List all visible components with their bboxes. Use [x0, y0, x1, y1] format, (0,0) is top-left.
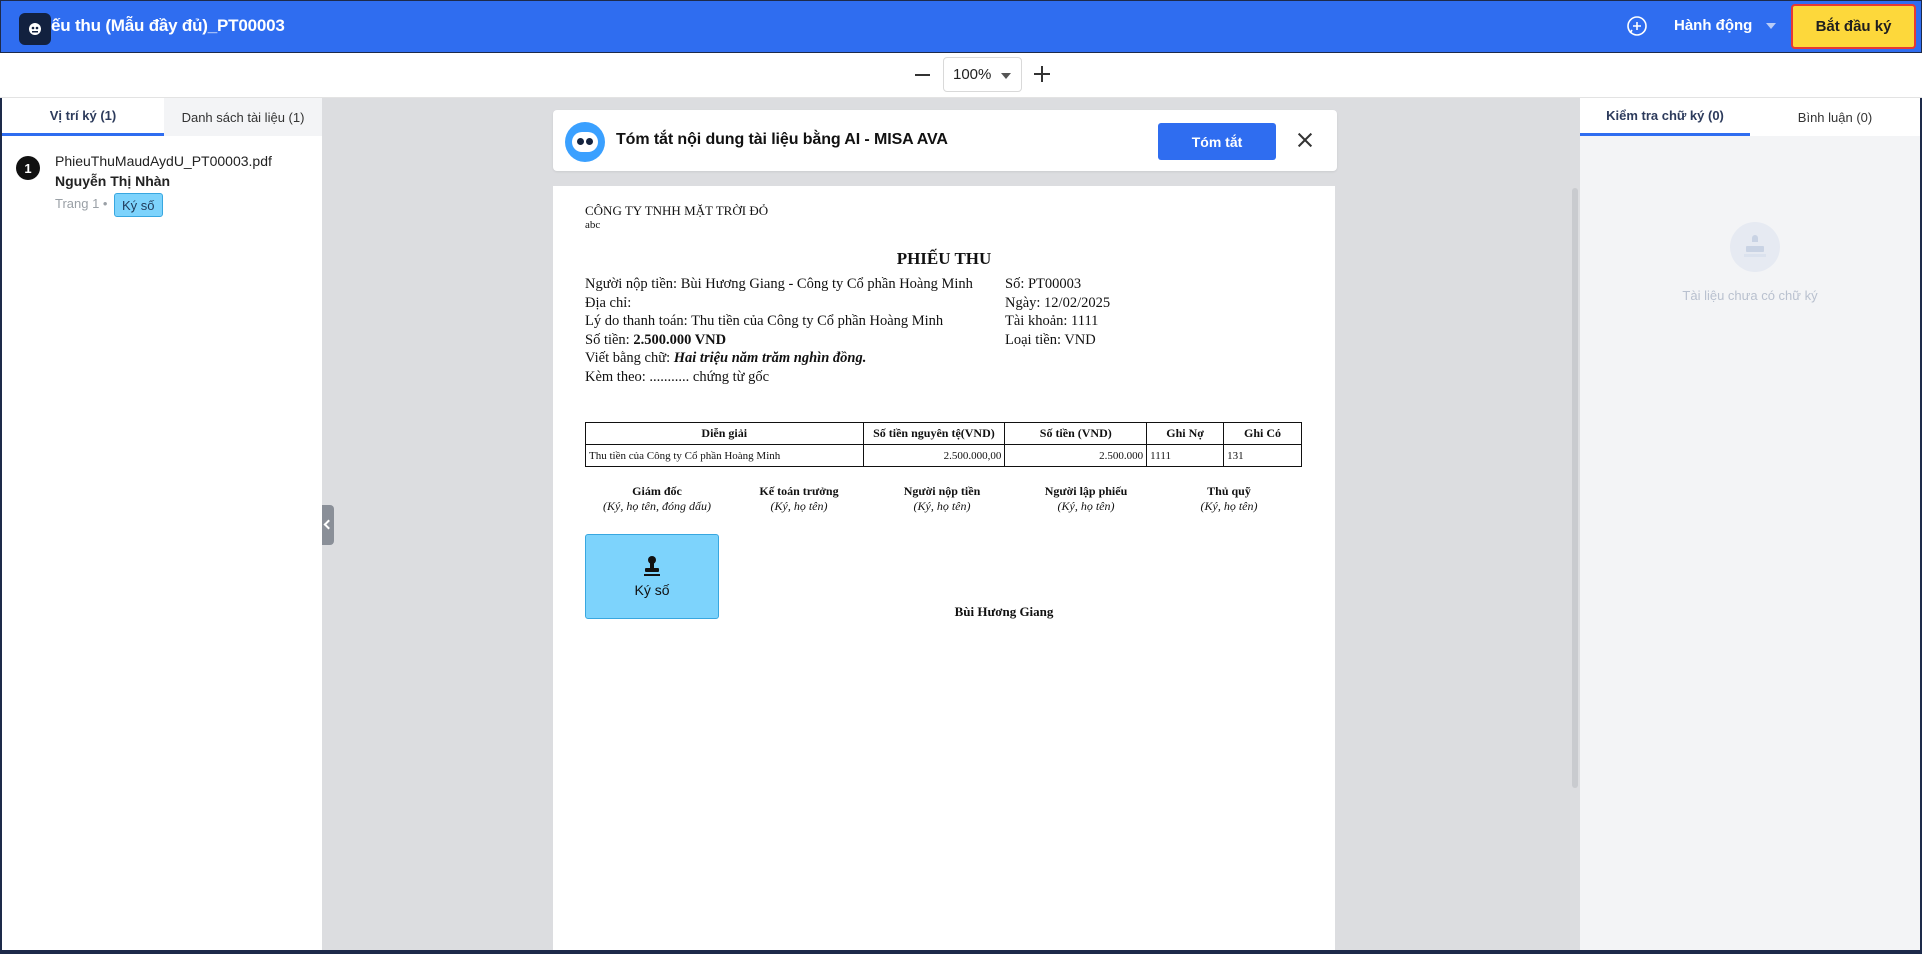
- signatory-title: Thủ quỹ: [1207, 484, 1251, 498]
- reason-value: Thu tiền của Công ty Cổ phần Hoàng Minh: [691, 313, 944, 329]
- document-heading: PHIẾU THU: [896, 249, 992, 268]
- chat-icon[interactable]: [1625, 14, 1649, 38]
- table-cell: 2.500.000: [1004, 444, 1148, 467]
- ai-summary-text: Tóm tắt nội dung tài liệu bằng AI - MISA…: [616, 131, 948, 148]
- tab-signature-positions[interactable]: Vị trí ký (1): [2, 98, 164, 136]
- signatory-payer: Người nộp tiền (Ký, họ tên): [870, 484, 1014, 514]
- address-line: Địa chỉ:: [585, 295, 632, 311]
- zoom-value: 100%: [953, 66, 992, 83]
- signatory-chief-accountant: Kế toán trưởng (Ký, họ tên): [727, 484, 871, 514]
- reason-label: Lý do thanh toán:: [585, 313, 692, 329]
- window-bottom-border: [0, 950, 1922, 954]
- table-cell: 131: [1223, 444, 1302, 467]
- table-cell: Thu tiền của Công ty Cổ phần Hoàng Minh: [585, 444, 864, 467]
- amount-line: Số tiền: 2.500.000 VND: [585, 332, 726, 349]
- signature-number: 1: [16, 156, 40, 180]
- signatory-cashier: Thủ quỹ (Ký, họ tên): [1157, 484, 1301, 514]
- left-tabs: Vị trí ký (1) Danh sách tài liệu (1): [2, 98, 322, 136]
- table-header: Ghi Nợ: [1146, 422, 1225, 445]
- tab-check-signatures[interactable]: Kiểm tra chữ ký (0): [1580, 98, 1750, 136]
- misa-ava-logo-icon: [565, 122, 605, 162]
- zoom-toolbar: 100%: [0, 53, 1922, 98]
- signer-name-on-document: Bùi Hương Giang: [954, 604, 1054, 619]
- zoom-select[interactable]: 100%: [943, 57, 1022, 92]
- right-tabs: Kiểm tra chữ ký (0) Bình luận (0): [1580, 98, 1920, 136]
- vertical-scrollbar[interactable]: [1572, 188, 1578, 788]
- signatory-title: Giám đốc: [632, 484, 682, 498]
- chevron-down-icon: [1001, 73, 1011, 79]
- signatory-sub: (Ký, họ tên, đóng dấu): [603, 499, 711, 513]
- signatory-title: Người nộp tiền: [903, 484, 981, 498]
- signature-file-name: PhieuThuMaudAydU_PT00003.pdf: [55, 153, 272, 169]
- table-header-row: Diễn giải Số tiền nguyên tệ(VND) Số tiền…: [585, 422, 1302, 445]
- attachment-line: Kèm theo: ........... chứng từ gốc: [585, 369, 770, 385]
- table-cell: 1111: [1146, 444, 1225, 467]
- payer-value: Bùi Hương Giang - Công ty Cổ phần Hoàng …: [680, 276, 973, 292]
- signature-page: Trang 1 •: [55, 196, 108, 211]
- tab-comments[interactable]: Bình luận (0): [1750, 98, 1920, 136]
- payer-label: Người nộp tiền:: [585, 276, 681, 292]
- amount-value: 2.500.000 VND: [633, 332, 727, 348]
- voucher-currency: Loại tiền: VND: [1005, 332, 1096, 348]
- tab-document-list[interactable]: Danh sách tài liệu (1): [164, 98, 322, 136]
- actions-menu[interactable]: Hành động: [1674, 17, 1777, 34]
- empty-signature-icon: [1730, 222, 1780, 272]
- signatory-preparer: Người lập phiếu (Ký, họ tên): [1014, 484, 1158, 514]
- zoom-out-button[interactable]: [913, 65, 933, 85]
- signatory-title: Kế toán trưởng: [759, 484, 839, 498]
- close-icon[interactable]: [1296, 131, 1314, 149]
- signatory-director: Giám đốc (Ký, họ tên, đóng dấu): [585, 484, 729, 514]
- empty-state-text: Tài liệu chưa có chữ ký: [1682, 288, 1818, 303]
- payer-line: Người nộp tiền: Bùi Hương Giang - Công t…: [585, 276, 973, 293]
- ai-summary-bar: Tóm tắt nội dung tài liệu bằng AI - MISA…: [553, 110, 1337, 171]
- actions-menu-label: Hành động: [1674, 17, 1753, 34]
- words-label: Viết bằng chữ:: [585, 350, 674, 366]
- summarize-button[interactable]: Tóm tắt: [1158, 123, 1276, 160]
- words-value: Hai triệu năm trăm nghìn đồng.: [673, 350, 867, 366]
- document-title: ếu thu (Mẫu đầy đủ)_PT00003: [51, 16, 285, 35]
- collapse-left-panel-button[interactable]: [322, 505, 334, 545]
- voucher-account: Tài khoản: 1111: [1005, 313, 1099, 329]
- start-signing-button[interactable]: Bắt đầu ký: [1791, 4, 1916, 49]
- table-header: Ghi Có: [1223, 422, 1302, 445]
- stamp-icon: [644, 556, 660, 576]
- signature-box-label: Ký số: [634, 582, 670, 598]
- amount-words-line: Viết bằng chữ: Hai triệu năm trăm nghìn …: [585, 350, 866, 367]
- signature-type-badge: Ký số: [114, 193, 163, 217]
- company-sub: abc: [585, 219, 601, 231]
- table-header: Số tiền (VND): [1004, 422, 1148, 445]
- left-panel: Vị trí ký (1) Danh sách tài liệu (1) 1 P…: [0, 98, 322, 954]
- app-logo-icon[interactable]: [19, 13, 51, 45]
- zoom-in-button[interactable]: [1032, 64, 1052, 84]
- table-cell: 2.500.000,00: [862, 444, 1006, 467]
- signatory-title: Người lập phiếu: [1044, 484, 1128, 498]
- signatory-sub: (Ký, họ tên): [1200, 499, 1258, 513]
- right-panel: Kiểm tra chữ ký (0) Bình luận (0) Tài li…: [1580, 98, 1922, 954]
- signatory-sub: (Ký, họ tên): [913, 499, 971, 513]
- table-row: Thu tiền của Công ty Cổ phần Hoàng Minh …: [585, 444, 1302, 467]
- top-bar: ếu thu (Mẫu đầy đủ)_PT00003 Hành động Bắ…: [0, 0, 1922, 53]
- company-name: CÔNG TY TNHH MẶT TRỜI ĐỎ: [585, 203, 769, 218]
- table-header: Diễn giải: [585, 422, 864, 445]
- chevron-down-icon: [1766, 22, 1777, 29]
- amount-label: Số tiền:: [585, 332, 634, 348]
- signatory-sub: (Ký, họ tên): [1057, 499, 1115, 513]
- voucher-number: Số: PT00003: [1005, 276, 1082, 292]
- signer-name: Nguyễn Thị Nhàn: [55, 173, 171, 189]
- voucher-table: Diễn giải Số tiền nguyên tệ(VND) Số tiền…: [585, 422, 1302, 467]
- document-viewer: Tóm tắt nội dung tài liệu bằng AI - MISA…: [322, 98, 1580, 954]
- signatory-sub: (Ký, họ tên): [770, 499, 828, 513]
- reason-line: Lý do thanh toán: Thu tiền của Công ty C…: [585, 313, 943, 330]
- table-header: Số tiền nguyên tệ(VND): [862, 422, 1006, 445]
- document-page: CÔNG TY TNHH MẶT TRỜI ĐỎ abc PHIẾU THU N…: [553, 186, 1335, 954]
- voucher-date: Ngày: 12/02/2025: [1005, 295, 1111, 311]
